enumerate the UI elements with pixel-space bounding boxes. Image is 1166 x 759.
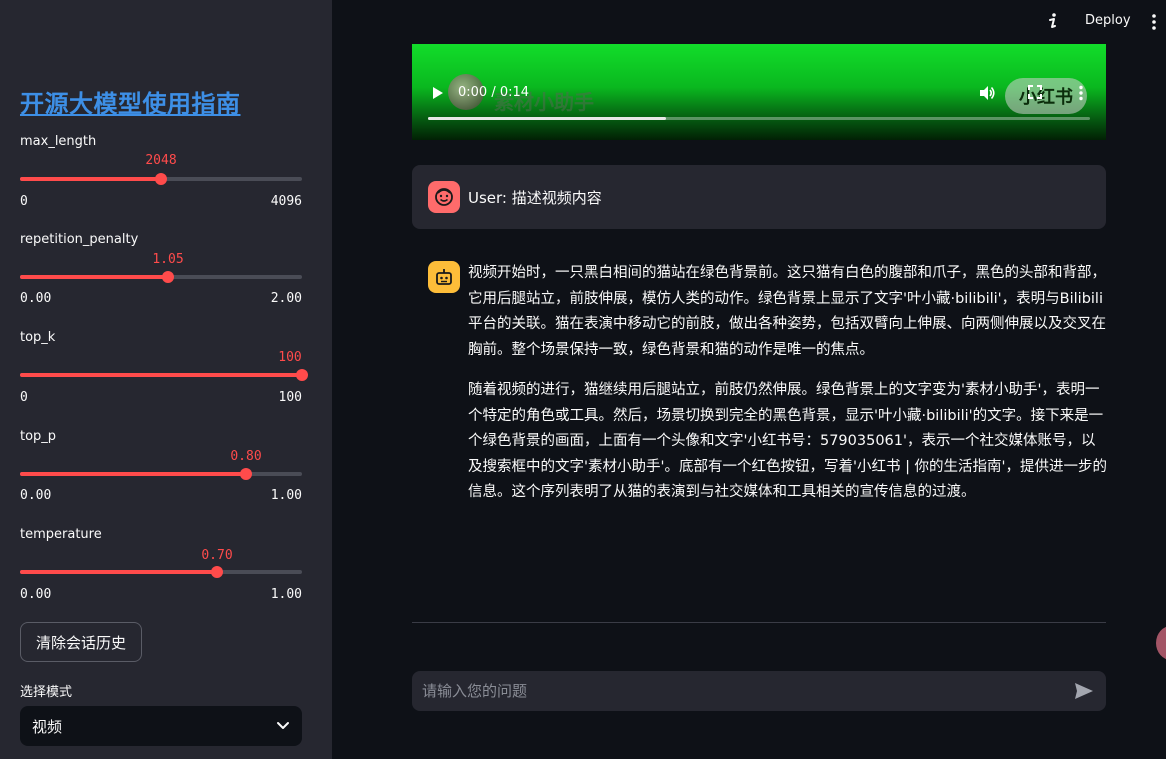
slider-max: 2.00 bbox=[270, 291, 302, 306]
video-time: 0:00 / 0:14 bbox=[458, 85, 530, 100]
sidebar-title[interactable]: 开源大模型使用指南 bbox=[20, 84, 241, 119]
slider-value: 0.80 bbox=[230, 449, 262, 464]
divider bbox=[412, 622, 1106, 623]
slider-value: 100 bbox=[278, 350, 302, 365]
slider-track[interactable] bbox=[20, 369, 308, 381]
mode-label: 选择模式 bbox=[20, 685, 73, 700]
more-vertical-icon[interactable] bbox=[1148, 12, 1160, 32]
robot-icon bbox=[436, 269, 452, 285]
slider-value: 0.70 bbox=[201, 548, 233, 563]
clear-history-button[interactable]: 清除会话历史 bbox=[20, 622, 142, 662]
info-icon[interactable] bbox=[1046, 11, 1060, 31]
slider-range: 0.00 1.00 bbox=[20, 587, 302, 602]
slider-label: top_k bbox=[20, 330, 56, 345]
smile-icon bbox=[435, 188, 453, 206]
slider-range: 0.00 1.00 bbox=[20, 488, 302, 503]
user-message-text: User: 描述视频内容 bbox=[468, 189, 602, 207]
slider-value: 2048 bbox=[145, 153, 177, 168]
slider-top-k[interactable]: top_k 100 0 100 bbox=[20, 330, 308, 405]
sidebar: 开源大模型使用指南 max_length 2048 0 4096 repetit… bbox=[0, 0, 332, 759]
play-icon[interactable] bbox=[432, 86, 444, 100]
slider-max: 4096 bbox=[270, 194, 302, 209]
deploy-button[interactable]: Deploy bbox=[1085, 13, 1131, 28]
slider-label: repetition_penalty bbox=[20, 232, 139, 247]
slider-max: 1.00 bbox=[270, 488, 302, 503]
chevron-down-icon bbox=[277, 722, 289, 729]
slider-fill bbox=[20, 177, 161, 181]
floating-avatar[interactable] bbox=[1156, 626, 1166, 660]
slider-label: temperature bbox=[20, 527, 102, 542]
user-message: User: 描述视频内容 bbox=[412, 165, 1106, 229]
slider-min: 0.00 bbox=[20, 488, 52, 503]
slider-fill bbox=[20, 275, 168, 279]
slider-fill bbox=[20, 472, 246, 476]
slider-min: 0.00 bbox=[20, 291, 52, 306]
slider-min: 0.00 bbox=[20, 587, 52, 602]
video-progress-fill bbox=[428, 117, 667, 120]
slider-label: top_p bbox=[20, 429, 57, 444]
assistant-message-text: 视频开始时，一只黑白相间的猫站在绿色背景前。这只猫有白色的腹部和爪子，黑色的头部… bbox=[468, 261, 1108, 521]
mode-select-value: 视频 bbox=[32, 717, 63, 736]
slider-track[interactable] bbox=[20, 468, 302, 480]
user-avatar bbox=[428, 181, 460, 213]
assistant-paragraph: 视频开始时，一只黑白相间的猫站在绿色背景前。这只猫有白色的腹部和爪子，黑色的头部… bbox=[468, 265, 1106, 358]
video-player[interactable]: 素材小助手 小红书 0:00 / 0:14 bbox=[412, 44, 1106, 140]
video-logo: 小红书 bbox=[1005, 78, 1087, 114]
slider-thumb[interactable] bbox=[162, 271, 174, 283]
slider-fill bbox=[20, 373, 302, 377]
slider-fill bbox=[20, 570, 217, 574]
slider-min: 0 bbox=[20, 390, 28, 405]
slider-thumb[interactable] bbox=[240, 468, 252, 480]
assistant-avatar bbox=[428, 261, 460, 293]
slider-max: 100 bbox=[278, 390, 302, 405]
slider-top-p[interactable]: top_p 0.80 0.00 1.00 bbox=[20, 429, 302, 503]
assistant-paragraph: 随着视频的进行，猫继续用后腿站立，前肢仍然伸展。绿色背景上的文字变为'素材小助手… bbox=[468, 382, 1108, 500]
mode-select[interactable]: 视频 bbox=[20, 706, 302, 746]
slider-thumb[interactable] bbox=[296, 369, 308, 381]
slider-value: 1.05 bbox=[152, 252, 184, 267]
slider-track[interactable] bbox=[20, 566, 302, 578]
send-icon[interactable] bbox=[1074, 682, 1094, 700]
slider-temperature[interactable]: temperature 0.70 0.00 1.00 bbox=[20, 527, 302, 602]
fullscreen-icon[interactable] bbox=[1028, 85, 1042, 99]
chat-input-container bbox=[412, 671, 1106, 711]
slider-range: 0 100 bbox=[20, 390, 302, 405]
slider-repetition-penalty[interactable]: repetition_penalty 1.05 0.00 2.00 bbox=[20, 232, 302, 306]
slider-range: 0 4096 bbox=[20, 194, 302, 209]
slider-label: max_length bbox=[20, 134, 97, 149]
slider-range: 0.00 2.00 bbox=[20, 291, 302, 306]
slider-min: 0 bbox=[20, 194, 28, 209]
slider-thumb[interactable] bbox=[155, 173, 167, 185]
video-progress-bar[interactable] bbox=[428, 117, 1090, 120]
slider-thumb[interactable] bbox=[211, 566, 223, 578]
volume-icon[interactable] bbox=[978, 84, 996, 102]
more-vertical-icon[interactable] bbox=[1078, 85, 1084, 101]
slider-track[interactable] bbox=[20, 271, 302, 283]
slider-max: 1.00 bbox=[270, 587, 302, 602]
slider-max-length[interactable]: max_length 2048 0 4096 bbox=[20, 134, 302, 209]
chat-input[interactable] bbox=[412, 671, 1052, 711]
slider-track[interactable] bbox=[20, 173, 302, 185]
